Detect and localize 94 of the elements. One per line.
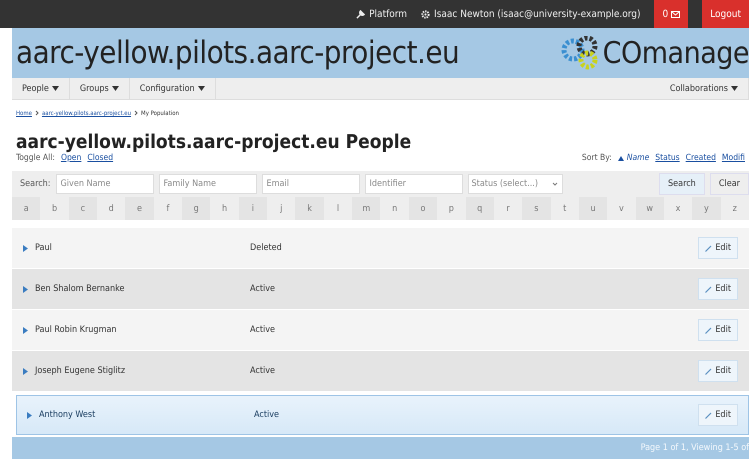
mail-icon [671,10,680,18]
logout-button[interactable]: Logout [702,0,749,28]
expand-icon[interactable] [23,326,28,334]
site-title: aarc-yellow.pilots.aarc-project.eu [16,35,460,71]
edit-button[interactable]: Edit [698,237,738,259]
sort-label: Sort By: [582,153,612,163]
expand-icon[interactable] [23,368,28,374]
page-title: aarc-yellow.pilots.aarc-project.eu People [16,131,412,153]
letter-filter[interactable]: q [466,197,494,220]
person-name: Ben Shalom Bernanke [35,284,126,294]
letter-filter[interactable]: i [238,197,268,220]
letter-filter[interactable]: r [494,197,522,220]
logo-text: COmanage [602,36,749,70]
person-name: Joseph Eugene Stiglitz [35,366,126,376]
menu-item[interactable]: People [12,78,70,99]
letter-filter[interactable]: h [210,197,239,220]
toggle-link[interactable]: Closed [87,153,114,163]
wrench-icon [356,10,366,18]
caret-down-icon [198,86,205,91]
letter-filter[interactable]: s [522,197,551,220]
letter-filter[interactable]: t [550,197,579,220]
edit-button[interactable]: Edit [698,404,738,426]
chevron-icon [34,110,39,116]
letter-filter[interactable]: m [352,197,380,220]
person-name: Paul Robin Krugman [35,325,118,335]
letter-filter[interactable]: o [408,197,438,220]
pagination-text: Page 1 of 1, Viewing 1-5 of [640,443,749,453]
sort-link[interactable]: Created [686,153,716,163]
letter-filter[interactable]: z [720,197,749,220]
platform-link[interactable]: Platform [356,8,408,20]
menu-item[interactable]: Groups [70,78,130,99]
notifications-button[interactable]: 0 [654,0,688,28]
letter-filter[interactable]: v [607,197,636,220]
toggle-label: Toggle All: [16,153,55,163]
letter-filter[interactable]: n [380,197,409,220]
person-row[interactable]: Paul Robin Krugman Active Edit [12,310,749,350]
letter-filter[interactable]: p [437,197,466,220]
letter-filter[interactable]: w [636,197,664,220]
gear-icon [421,10,430,18]
sort-up-icon [618,156,624,160]
pencil-icon [705,326,712,334]
caret-down-icon [731,86,738,91]
letter-filter[interactable]: k [295,197,324,220]
letter-filter[interactable]: e [125,197,154,220]
expand-icon[interactable] [23,244,28,252]
letter-filter[interactable]: c [68,197,98,220]
person-row[interactable]: Joseph Eugene Stiglitz Active Edit [12,351,749,391]
person-status: Active [250,284,276,294]
edit-button[interactable]: Edit [698,360,738,382]
letter-filter[interactable]: f [154,197,182,220]
person-status: Deleted [250,243,283,253]
caret-down-icon [52,86,59,91]
pencil-icon [705,368,712,374]
edit-button[interactable]: Edit [698,319,738,341]
search-field[interactable]: Family Name [158,174,257,194]
expand-icon[interactable] [23,286,28,292]
search-field[interactable]: Email [262,174,360,194]
edit-button[interactable]: Edit [698,278,738,300]
person-row[interactable]: Paul Deleted Edit [12,228,749,268]
search-button[interactable]: Search [659,173,705,195]
letter-filter[interactable]: l [324,197,352,220]
menu-item[interactable]: Collaborations [660,78,749,99]
sort-link[interactable]: Modifi [722,153,745,163]
pencil-icon [705,412,712,418]
user-menu[interactable]: Isaac Newton (isaac@university-example.org) [421,8,640,20]
letter-filter[interactable]: b [40,197,69,220]
caret-down-icon [112,86,119,91]
chevron-icon [134,110,138,116]
letter-filter[interactable]: g [182,197,210,220]
person-status: Active [250,366,276,376]
person-status: Active [254,410,280,420]
clear-button[interactable]: Clear [710,173,749,195]
sort-link[interactable]: Status [655,153,680,163]
person-row[interactable]: Anthony West Active Edit [16,395,749,435]
toggle-link[interactable]: Open [60,153,82,163]
sort-link[interactable]: Name [618,153,650,163]
letter-filter[interactable]: d [97,197,126,220]
letter-filter[interactable]: a [12,197,40,220]
person-name: Anthony West [39,410,96,420]
letter-filter[interactable]: j [267,197,296,220]
search-field[interactable]: Given Name [56,174,154,194]
search-field[interactable]: Identifier [364,174,463,194]
letter-filter[interactable]: x [664,197,692,220]
pencil-icon [705,244,712,252]
person-row[interactable]: Ben Shalom Bernanke Active Edit [12,269,749,309]
status-select[interactable]: Status (select...) [468,174,563,194]
letter-filter[interactable]: y [692,197,721,220]
pencil-icon [705,286,712,292]
menu-item[interactable]: Configuration [130,78,216,99]
person-name: Paul [35,243,53,253]
letter-filter[interactable]: u [578,197,608,220]
search-label: Search: [20,179,51,189]
expand-icon[interactable] [27,412,32,418]
person-status: Active [250,325,276,335]
